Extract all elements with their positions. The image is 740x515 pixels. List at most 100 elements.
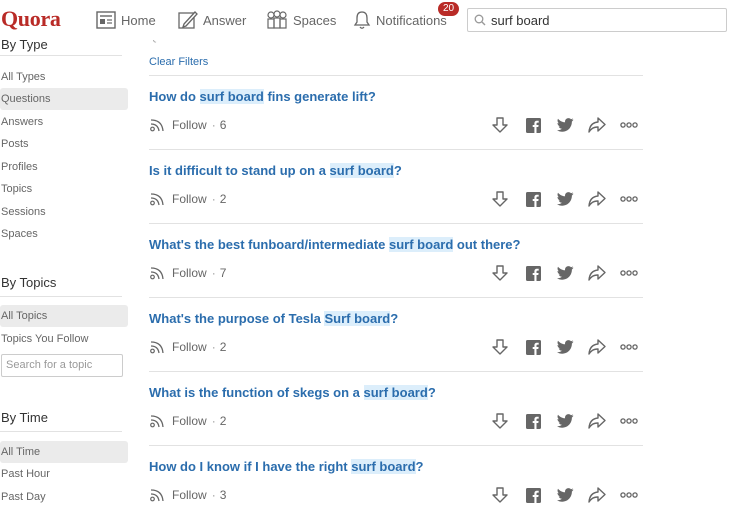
question-item: How do I know if I have the right surf b… <box>149 446 643 515</box>
topic-search-input[interactable]: Search for a topic <box>1 354 123 377</box>
share-button[interactable] <box>586 188 608 210</box>
follow-label: Follow <box>172 118 207 132</box>
share-button[interactable] <box>586 410 608 432</box>
question-item: What's the purpose of Tesla Surf board? … <box>149 298 643 372</box>
downvote-button[interactable] <box>489 484 511 506</box>
question-title-link[interactable]: What is the function of skegs on a surf … <box>149 385 436 400</box>
follow-button[interactable]: Follow · 3 <box>149 488 226 502</box>
facebook-share-button[interactable] <box>522 336 544 358</box>
follow-count: 6 <box>219 118 227 132</box>
divider <box>0 431 122 432</box>
twitter-share-button[interactable] <box>554 262 576 284</box>
twitter-share-button[interactable] <box>554 484 576 506</box>
follow-button[interactable]: Follow · 7 <box>149 266 226 280</box>
question-title-text: ? <box>393 163 402 178</box>
filter-past-hour[interactable]: Past Hour <box>0 463 128 485</box>
downvote-icon <box>492 191 508 207</box>
filter-all-topics[interactable]: All Topics <box>0 305 128 327</box>
twitter-share-button[interactable] <box>554 114 576 136</box>
quora-logo[interactable]: Quora <box>1 6 61 32</box>
downvote-button[interactable] <box>489 188 511 210</box>
separator-dot: · <box>211 488 216 502</box>
downvote-button[interactable] <box>489 114 511 136</box>
filter-past-day[interactable]: Past Day <box>0 486 128 508</box>
filter-all-types[interactable]: All Types <box>0 66 128 88</box>
follow-button[interactable]: Follow · 2 <box>149 340 226 354</box>
question-item: How do surf board fins generate lift? Fo… <box>149 76 643 150</box>
downvote-button[interactable] <box>489 262 511 284</box>
follow-button[interactable]: Follow · 2 <box>149 414 226 428</box>
question-title-text: ? <box>427 385 436 400</box>
question-title-link[interactable]: How do I know if I have the right surf b… <box>149 459 423 474</box>
clear-filters-link[interactable]: Clear Filters <box>149 56 208 68</box>
follow-count: 2 <box>219 414 227 428</box>
filter-all-time[interactable]: All Time <box>0 441 128 463</box>
separator-dot: · <box>211 118 216 132</box>
search-term-highlight: surf board <box>363 385 428 400</box>
rss-follow-icon <box>150 341 164 354</box>
filter-topics[interactable]: Topics <box>0 178 128 200</box>
divider <box>0 296 122 297</box>
question-title-link[interactable]: Is it difficult to stand up on a surf bo… <box>149 163 402 178</box>
question-title-text: ? <box>390 311 399 326</box>
facebook-icon <box>525 339 541 355</box>
question-actions <box>489 114 643 136</box>
follow-button[interactable]: Follow · 6 <box>149 118 226 132</box>
facebook-share-button[interactable] <box>522 114 544 136</box>
twitter-share-button[interactable] <box>554 336 576 358</box>
filter-questions[interactable]: Questions <box>0 88 128 110</box>
question-title-text: How do I know if I have the right <box>149 459 352 474</box>
separator-dot: · <box>211 414 216 428</box>
more-options-button[interactable] <box>618 410 640 432</box>
filter-answers[interactable]: Answers <box>0 111 128 133</box>
question-title-link[interactable]: What's the purpose of Tesla Surf board? <box>149 311 398 326</box>
share-button[interactable] <box>586 484 608 506</box>
more-options-button[interactable] <box>618 188 640 210</box>
filter-topics-you-follow[interactable]: Topics You Follow <box>0 328 128 350</box>
downvote-icon <box>492 265 508 281</box>
question-title-link[interactable]: How do surf board fins generate lift? <box>149 89 376 104</box>
facebook-share-button[interactable] <box>522 484 544 506</box>
search-input[interactable] <box>491 12 711 28</box>
filter-sessions[interactable]: Sessions <box>0 201 128 223</box>
divider <box>0 55 122 56</box>
nav-home[interactable]: Home <box>96 8 156 32</box>
question-item: Is it difficult to stand up on a surf bo… <box>149 150 643 224</box>
question-title-text: fins generate lift? <box>263 89 376 104</box>
facebook-share-button[interactable] <box>522 410 544 432</box>
filter-profiles[interactable]: Profiles <box>0 156 128 178</box>
twitter-share-button[interactable] <box>554 410 576 432</box>
share-button[interactable] <box>586 114 608 136</box>
downvote-button[interactable] <box>489 410 511 432</box>
downvote-button[interactable] <box>489 336 511 358</box>
nav-answer[interactable]: Answer <box>178 8 246 32</box>
question-title-text: What's the best funboard/intermediate <box>149 237 390 252</box>
more-options-button[interactable] <box>618 114 640 136</box>
search-term-highlight: Surf board <box>324 311 391 326</box>
share-icon <box>588 265 606 281</box>
nav-spaces[interactable]: Spaces <box>266 8 336 32</box>
follow-count: 3 <box>219 488 227 502</box>
share-button[interactable] <box>586 262 608 284</box>
more-icon <box>620 344 638 350</box>
question-title-link[interactable]: What's the best funboard/intermediate su… <box>149 237 520 252</box>
follow-count: 2 <box>219 340 227 354</box>
filter-spaces[interactable]: Spaces <box>0 223 128 245</box>
question-actions <box>489 188 643 210</box>
question-title-text: What is the function of skegs on a <box>149 385 364 400</box>
nav-answer-label: Answer <box>203 12 247 28</box>
share-button[interactable] <box>586 336 608 358</box>
facebook-icon <box>525 265 541 281</box>
more-options-button[interactable] <box>618 262 640 284</box>
facebook-share-button[interactable] <box>522 262 544 284</box>
facebook-share-button[interactable] <box>522 188 544 210</box>
follow-button[interactable]: Follow · 2 <box>149 192 226 206</box>
twitter-share-button[interactable] <box>554 188 576 210</box>
more-options-button[interactable] <box>618 484 640 506</box>
search-box[interactable] <box>467 8 727 32</box>
separator-dot: · <box>211 340 216 354</box>
more-options-button[interactable] <box>618 336 640 358</box>
nav-notifications[interactable]: Notifications <box>353 8 447 32</box>
more-icon <box>620 492 638 498</box>
filter-posts[interactable]: Posts <box>0 133 128 155</box>
